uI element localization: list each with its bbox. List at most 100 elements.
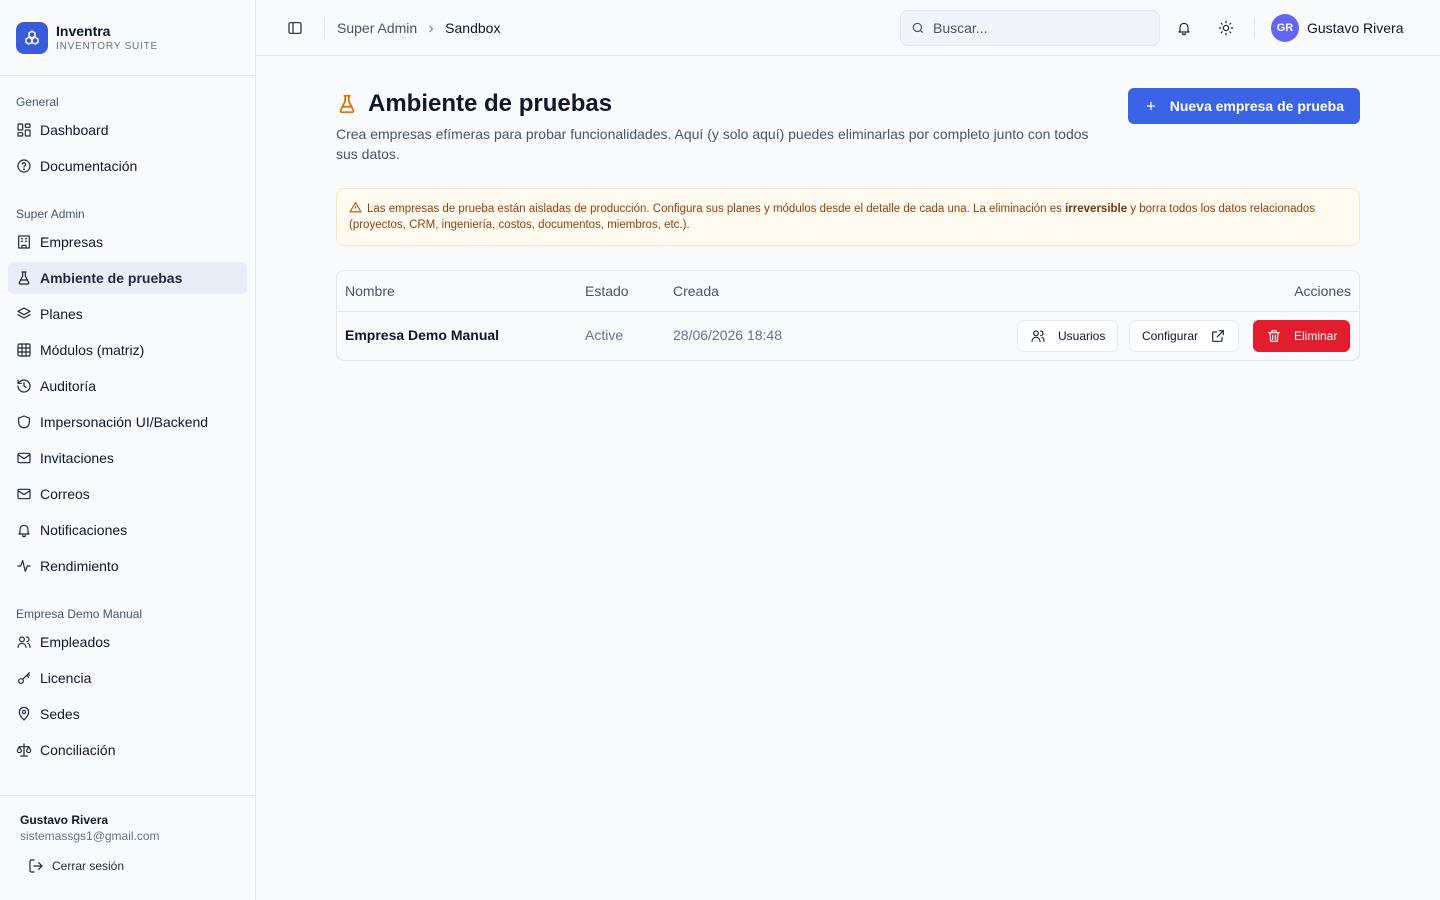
brand[interactable]: Inventra INVENTORY SUITE	[0, 0, 255, 76]
breadcrumb-super-admin[interactable]: Super Admin	[337, 20, 417, 36]
sidebar-item-label: Auditoría	[40, 378, 97, 394]
history-icon	[16, 378, 32, 394]
sidebar-item-licencia[interactable]: Licencia	[8, 662, 247, 694]
breadcrumb-sandbox: Sandbox	[445, 19, 501, 36]
footer-user-name: Gustavo Rivera	[20, 813, 109, 827]
alert-text-before: Las empresas de prueba están aisladas de…	[367, 203, 1066, 215]
key-icon	[16, 670, 32, 686]
new-sandbox-company-button[interactable]: Nueva empresa de prueba	[1127, 88, 1360, 124]
sidebar-item-label: Invitaciones	[40, 450, 114, 466]
brand-name: Inventra	[56, 22, 111, 39]
configure-button[interactable]: Configurar	[1129, 320, 1240, 352]
sidebar-item-label: Empleados	[40, 634, 111, 650]
logout-button[interactable]: Cerrar sesión	[20, 858, 235, 874]
bell-icon	[1178, 22, 1190, 36]
users-button[interactable]: Usuarios	[1017, 320, 1119, 352]
sidebar-item-documentacion[interactable]: Documentación	[8, 150, 247, 182]
header-created: Creada	[673, 283, 719, 299]
divider	[324, 16, 325, 39]
warning-alert: Las empresas de prueba están aisladas de…	[336, 188, 1360, 246]
sidebar-item-label: Documentación	[40, 158, 138, 174]
sidebar-item-label: Notificaciones	[40, 522, 128, 538]
cell-status: Active	[585, 327, 624, 343]
breadcrumb: Super Admin Sandbox	[337, 20, 500, 36]
page-subtitle: Crea empresas efímeras para probar funci…	[336, 126, 1089, 162]
scale-icon	[16, 742, 32, 758]
divider	[1254, 17, 1255, 39]
plus-icon	[1146, 101, 1155, 111]
nav-group-empresa-demo: Empresa Demo Manual Empleados Licencia S…	[0, 602, 255, 766]
sidebar-item-empresas[interactable]: Empresas	[8, 226, 247, 258]
sandbox-companies-table: Nombre Estado Creada Acciones Empresa De…	[336, 270, 1360, 361]
sidebar-item-correos[interactable]: Correos	[8, 478, 247, 510]
cell-company-name: Empresa Demo Manual	[345, 327, 500, 343]
sidebar-item-conciliacion[interactable]: Conciliación	[8, 734, 247, 766]
sidebar-item-ambiente-de-pruebas[interactable]: Ambiente de pruebas	[8, 262, 247, 294]
sidebar-item-auditoria[interactable]: Auditoría	[8, 370, 247, 402]
sidebar-item-invitaciones[interactable]: Invitaciones	[8, 442, 247, 474]
cell-created: 28/06/2026 18:48	[673, 327, 782, 343]
user-menu[interactable]: GR Gustavo Rivera	[1271, 14, 1403, 42]
external-link-icon	[1212, 330, 1224, 342]
help-circle-icon	[16, 158, 32, 174]
nav-group-super-admin: Super Admin Empresas Ambiente de pruebas…	[0, 202, 255, 582]
building-icon	[16, 234, 32, 250]
sidebar-item-modulos[interactable]: Módulos (matriz)	[8, 334, 247, 366]
alert-text-strong: irreversible	[1065, 203, 1128, 215]
search-box[interactable]	[900, 10, 1160, 46]
sidebar-item-empleados[interactable]: Empleados	[8, 626, 247, 658]
cube-cluster-icon	[16, 21, 48, 54]
sidebar-nav: General Dashboard Documentación Super Ad…	[0, 76, 255, 766]
sidebar-item-notificaciones[interactable]: Notificaciones	[8, 514, 247, 546]
theme-toggle-button[interactable]	[1212, 14, 1240, 42]
logout-icon	[29, 859, 43, 873]
sidebar-item-label: Planes	[40, 306, 83, 322]
sidebar-item-label: Sedes	[40, 706, 80, 722]
sidebar-item-sedes[interactable]: Sedes	[8, 698, 247, 730]
users-button-label: Usuarios	[1058, 329, 1106, 343]
sidebar: Inventra INVENTORY SUITE General Dashboa…	[0, 0, 256, 900]
activity-icon	[16, 558, 32, 574]
table-row: Empresa Demo Manual Active 28/06/2026 18…	[337, 312, 1359, 360]
mail-icon	[16, 486, 32, 502]
new-sandbox-company-label: Nueva empresa de prueba	[1169, 98, 1344, 114]
sidebar-item-rendimiento[interactable]: Rendimiento	[8, 550, 247, 582]
nav-group-title: Empresa Demo Manual	[16, 607, 143, 621]
users-icon	[16, 634, 32, 650]
configure-button-label: Configurar	[1142, 329, 1199, 343]
delete-button[interactable]: Eliminar	[1253, 320, 1351, 352]
nav-group-title: General	[16, 95, 59, 109]
brand-subtitle: INVENTORY SUITE	[56, 40, 159, 52]
chevron-right-icon	[425, 22, 437, 34]
sidebar-item-label: Dashboard	[40, 122, 109, 138]
nav-group-general: General Dashboard Documentación	[0, 90, 255, 182]
layout-grid-icon	[16, 122, 32, 138]
main-content: Ambiente de pruebas Crea empresas efímer…	[336, 56, 1360, 361]
sidebar-item-label: Licencia	[40, 670, 92, 686]
logout-label: Cerrar sesión	[52, 859, 125, 873]
sidebar-item-label: Rendimiento	[40, 558, 119, 574]
user-name: Gustavo Rivera	[1307, 20, 1404, 36]
sidebar-item-label: Impersonación UI/Backend	[40, 414, 209, 430]
sun-icon	[1218, 20, 1234, 36]
topbar: Super Admin Sandbox GR Gustavo Rivera	[256, 0, 1440, 56]
bell-icon	[16, 522, 32, 538]
sidebar-item-label: Correos	[40, 486, 90, 502]
sidebar-item-planes[interactable]: Planes	[8, 298, 247, 330]
page-title: Ambiente de pruebas	[368, 90, 613, 117]
sidebar-item-label: Ambiente de pruebas	[40, 270, 183, 286]
footer-user-email: sistemassgs1@gmail.com	[20, 829, 160, 843]
header-name: Nombre	[345, 283, 395, 299]
sidebar-item-impersonacion[interactable]: Impersonación UI/Backend	[8, 406, 247, 438]
users-icon	[1031, 330, 1045, 342]
search-input[interactable]	[933, 20, 1133, 36]
sidebar-item-label: Módulos (matriz)	[40, 342, 145, 358]
map-pin-icon	[16, 706, 32, 722]
sidebar-toggle-button[interactable]	[281, 14, 309, 42]
flask-icon	[16, 270, 32, 286]
sidebar-item-label: Empresas	[40, 234, 104, 250]
table-icon	[16, 342, 32, 358]
notifications-button[interactable]	[1170, 14, 1198, 42]
sidebar-item-dashboard[interactable]: Dashboard	[8, 114, 247, 146]
search-icon	[912, 22, 924, 34]
